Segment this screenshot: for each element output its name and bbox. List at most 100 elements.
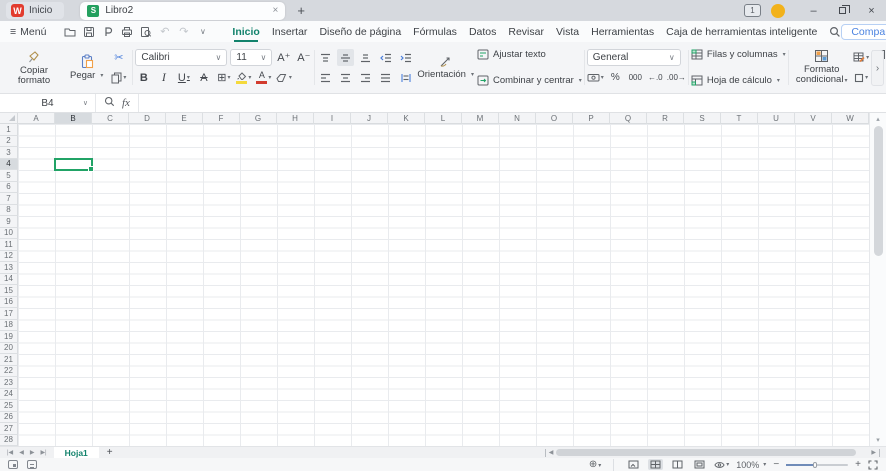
orientation-button[interactable]: Orientación ▾ bbox=[414, 45, 477, 90]
macro-record-icon[interactable] bbox=[8, 460, 18, 469]
row-header-8[interactable]: 8 bbox=[0, 204, 18, 216]
column-header-L[interactable]: L bbox=[425, 113, 462, 124]
close-tab-icon[interactable]: × bbox=[273, 5, 279, 16]
restore-button[interactable] bbox=[828, 0, 857, 21]
menu-tab-herramientas[interactable]: Herramientas bbox=[585, 23, 660, 41]
row-header-17[interactable]: 17 bbox=[0, 308, 18, 320]
clear-format-button[interactable]: ▾ bbox=[275, 69, 292, 86]
sheet-tab-hoja1[interactable]: Hoja1 bbox=[53, 446, 99, 459]
align-bottom-icon[interactable] bbox=[357, 49, 374, 66]
column-header-J[interactable]: J bbox=[351, 113, 388, 124]
scroll-right-icon[interactable]: ▶ bbox=[871, 449, 876, 456]
row-header-19[interactable]: 19 bbox=[0, 331, 18, 343]
redo-icon[interactable]: ↷ bbox=[174, 23, 193, 40]
undo-icon[interactable]: ↶ bbox=[155, 23, 174, 40]
grid[interactable]: ABCDEFGHIJKLMNOPQRSTUVW 1 2 3 4 5 6 7 8 9 10 11 12 1… bbox=[0, 113, 869, 446]
menu-tab-insertar[interactable]: Insertar bbox=[266, 23, 314, 41]
worksheet-button[interactable]: Hoja de cálculo ▾ bbox=[691, 75, 786, 86]
column-header-O[interactable]: O bbox=[536, 113, 573, 124]
zoom-in-icon[interactable]: + bbox=[855, 459, 861, 470]
row-header-28[interactable]: 28 bbox=[0, 434, 18, 446]
last-sheet-icon[interactable]: ▶| bbox=[37, 449, 49, 456]
row-header-16[interactable]: 16 bbox=[0, 296, 18, 308]
menu-tab-inicio[interactable]: Inicio bbox=[226, 23, 265, 42]
scroll-up-icon[interactable]: ▴ bbox=[876, 113, 880, 125]
page-break-view-icon[interactable] bbox=[692, 459, 707, 470]
column-header-M[interactable]: M bbox=[462, 113, 499, 124]
row-header-21[interactable]: 21 bbox=[0, 354, 18, 366]
reading-mode-icon[interactable]: ▾ bbox=[714, 459, 729, 470]
row-header-25[interactable]: 25 bbox=[0, 400, 18, 412]
increase-decimal-icon[interactable]: ←.0 bbox=[647, 69, 664, 86]
main-menu-button[interactable]: ≡ Menú bbox=[6, 26, 50, 38]
print-preview-icon[interactable] bbox=[136, 23, 155, 40]
italic-button[interactable]: I bbox=[155, 69, 172, 86]
horizontal-scroll-track[interactable] bbox=[556, 449, 868, 457]
new-tab-button[interactable]: + bbox=[297, 3, 305, 18]
row-header-6[interactable]: 6 bbox=[0, 181, 18, 193]
share-button[interactable]: Compartir ∨ bbox=[841, 23, 886, 40]
decrease-indent-icon[interactable] bbox=[377, 49, 394, 66]
scroll-left-icon[interactable]: ◀ bbox=[549, 449, 554, 456]
customize-qat-icon[interactable]: ∨ bbox=[193, 23, 212, 40]
zoom-out-icon[interactable]: − bbox=[773, 459, 779, 470]
column-header-P[interactable]: P bbox=[573, 113, 610, 124]
menu-tab-diseño-de-página[interactable]: Diseño de página bbox=[313, 23, 407, 41]
ribbon-more-button[interactable]: › bbox=[871, 50, 884, 86]
row-header-26[interactable]: 26 bbox=[0, 411, 18, 423]
page-layout-view-icon[interactable] bbox=[648, 459, 664, 470]
scrollbar-split-handle[interactable] bbox=[879, 448, 880, 457]
column-header-D[interactable]: D bbox=[129, 113, 166, 124]
home-tab[interactable]: W Inicio bbox=[6, 2, 65, 19]
comma-format-icon[interactable]: 000 bbox=[627, 69, 644, 86]
cut-icon[interactable]: ✂ bbox=[110, 49, 127, 66]
menu-tab-caja-de-herramientas-inteligente[interactable]: Caja de herramientas inteligente bbox=[660, 23, 823, 41]
fullscreen-icon[interactable] bbox=[868, 459, 878, 470]
row-header-12[interactable]: 12 bbox=[0, 250, 18, 262]
currency-format-icon[interactable]: ▾ bbox=[587, 69, 604, 86]
next-sheet-icon[interactable]: ▶ bbox=[27, 449, 38, 456]
document-tab[interactable]: S Libro2 × bbox=[80, 1, 286, 20]
close-button[interactable]: × bbox=[857, 0, 886, 21]
row-header-15[interactable]: 15 bbox=[0, 285, 18, 297]
row-header-27[interactable]: 27 bbox=[0, 423, 18, 435]
font-family-select[interactable]: Calibri ∨ bbox=[135, 49, 228, 66]
row-header-22[interactable]: 22 bbox=[0, 365, 18, 377]
row-header-3[interactable]: 3 bbox=[0, 147, 18, 159]
row-header-2[interactable]: 2 bbox=[0, 135, 18, 147]
column-header-N[interactable]: N bbox=[499, 113, 536, 124]
row-header-13[interactable]: 13 bbox=[0, 262, 18, 274]
column-header-S[interactable]: S bbox=[684, 113, 721, 124]
column-header-K[interactable]: K bbox=[388, 113, 425, 124]
menu-tab-revisar[interactable]: Revisar bbox=[502, 23, 550, 41]
row-header-4[interactable]: 4 bbox=[0, 158, 18, 170]
format-painter-button[interactable]: Copiar formato bbox=[5, 45, 63, 90]
normal-view-icon[interactable] bbox=[626, 459, 641, 470]
align-top-icon[interactable] bbox=[317, 49, 334, 66]
sheet-stats-icon[interactable] bbox=[27, 460, 37, 469]
font-size-select[interactable]: 11 ∨ bbox=[230, 49, 273, 66]
wrap-text-button[interactable]: Ajustar texto bbox=[477, 49, 582, 60]
paste-button[interactable]: Pegar ▾ bbox=[67, 45, 106, 90]
increase-font-icon[interactable]: A⁺ bbox=[275, 49, 292, 66]
prev-sheet-icon[interactable]: ◀ bbox=[16, 449, 27, 456]
zoom-slider-handle[interactable] bbox=[813, 461, 818, 468]
distributed-icon[interactable] bbox=[397, 69, 414, 86]
decrease-font-icon[interactable]: A⁻ bbox=[295, 49, 312, 66]
vertical-scrollbar[interactable]: ▴ ▾ bbox=[869, 113, 886, 446]
column-header-I[interactable]: I bbox=[314, 113, 351, 124]
copy-icon[interactable]: ▾ bbox=[110, 69, 127, 86]
percent-format-icon[interactable]: % bbox=[607, 69, 624, 86]
rows-columns-button[interactable]: Filas y columnas ▾ bbox=[691, 49, 786, 60]
cell-style-icon[interactable]: ▾ bbox=[853, 69, 870, 86]
magnifier-icon[interactable] bbox=[104, 94, 115, 112]
row-header-20[interactable]: 20 bbox=[0, 342, 18, 354]
name-box[interactable]: B4 ∨ bbox=[0, 94, 96, 112]
column-header-R[interactable]: R bbox=[647, 113, 684, 124]
column-header-T[interactable]: T bbox=[721, 113, 758, 124]
zoom-level[interactable]: 100% ▾ bbox=[736, 460, 766, 470]
formula-input[interactable] bbox=[139, 94, 886, 112]
export-pdf-icon[interactable] bbox=[98, 23, 117, 40]
row-header-18[interactable]: 18 bbox=[0, 319, 18, 331]
borders-button[interactable]: ⊞ ▾ bbox=[215, 69, 232, 86]
